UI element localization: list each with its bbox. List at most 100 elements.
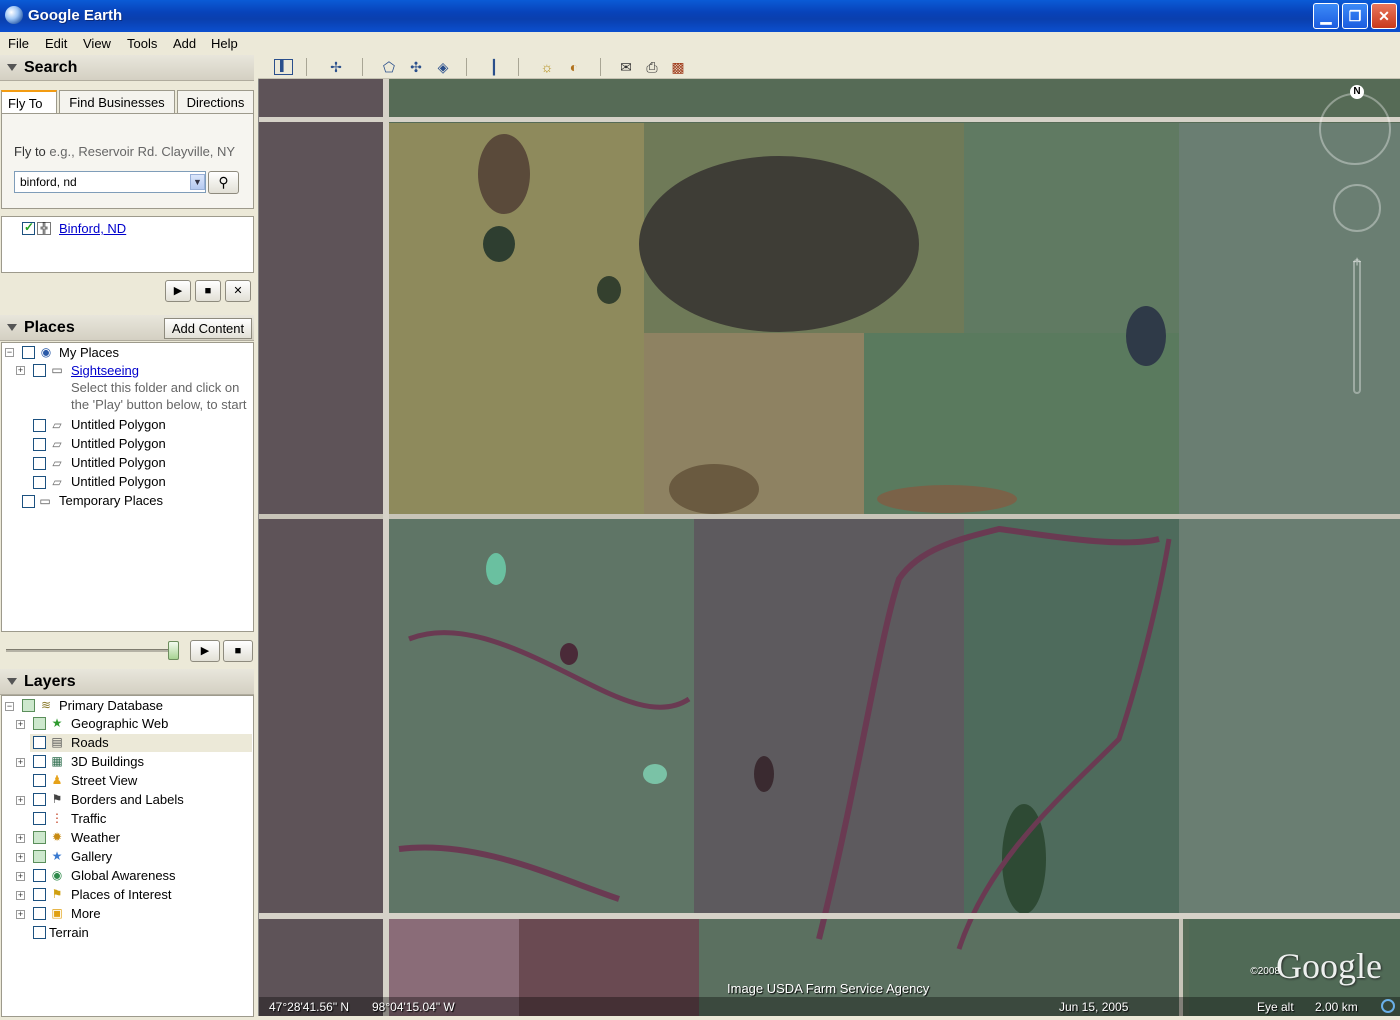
collapse-expander[interactable]: −: [5, 702, 14, 711]
path-add-icon[interactable]: ✣: [406, 58, 426, 76]
temporary-places-checkbox[interactable]: [22, 495, 35, 508]
more-checkbox[interactable]: [33, 907, 46, 920]
menu-add[interactable]: Add: [173, 36, 196, 51]
tour-play-button[interactable]: ▶: [190, 640, 220, 662]
roads-checkbox[interactable]: [33, 736, 46, 749]
3d-buildings-label[interactable]: 3D Buildings: [71, 754, 144, 769]
google-maps-icon[interactable]: ▩: [668, 58, 688, 76]
polygon-label[interactable]: Untitled Polygon: [71, 436, 166, 451]
my-places-checkbox[interactable]: [22, 346, 35, 359]
search-panel-header[interactable]: Search: [0, 55, 254, 81]
tour-slider-track[interactable]: [6, 649, 178, 652]
stop-button[interactable]: ■: [195, 280, 221, 302]
places-of-interest-label[interactable]: Places of Interest: [71, 887, 171, 902]
expand-expander[interactable]: +: [16, 366, 25, 375]
expand-expander[interactable]: +: [16, 758, 25, 767]
expand-expander[interactable]: +: [16, 720, 25, 729]
street-view-checkbox[interactable]: [33, 774, 46, 787]
expand-expander[interactable]: +: [16, 853, 25, 862]
image-overlay-icon[interactable]: ◈: [433, 58, 453, 76]
weather-checkbox[interactable]: [33, 831, 46, 844]
temporary-places-label[interactable]: Temporary Places: [59, 493, 163, 508]
toolbar-separator: [518, 58, 519, 76]
collapse-triangle-icon[interactable]: [7, 64, 17, 71]
expand-expander[interactable]: +: [16, 891, 25, 900]
collapse-expander[interactable]: −: [5, 348, 14, 357]
polygon-label[interactable]: Untitled Polygon: [71, 474, 166, 489]
menu-view[interactable]: View: [83, 36, 111, 51]
tab-fly-to[interactable]: Fly To: [1, 90, 57, 115]
tour-slider-thumb[interactable]: [167, 641, 179, 660]
play-button[interactable]: ▶: [165, 280, 191, 302]
polygon-checkbox[interactable]: [33, 457, 46, 470]
maximize-button[interactable]: ❐: [1342, 3, 1368, 29]
polygon-checkbox[interactable]: [33, 419, 46, 432]
clear-button[interactable]: ✕: [225, 280, 251, 302]
expand-expander[interactable]: +: [16, 796, 25, 805]
polygon-label[interactable]: Untitled Polygon: [71, 455, 166, 470]
expand-expander[interactable]: +: [16, 872, 25, 881]
geographic-web-label[interactable]: Geographic Web: [71, 716, 168, 731]
search-button[interactable]: ⚲: [208, 171, 239, 194]
sightseeing-link[interactable]: Sightseeing: [71, 363, 139, 378]
print-icon[interactable]: ⎙: [642, 58, 662, 76]
close-button[interactable]: ✕: [1371, 3, 1397, 29]
poi-checkbox[interactable]: [33, 888, 46, 901]
traffic-checkbox[interactable]: [33, 812, 46, 825]
my-places-label[interactable]: My Places: [59, 345, 119, 360]
tour-stop-button[interactable]: ■: [223, 640, 253, 662]
move-joystick[interactable]: [1333, 184, 1381, 232]
planet-icon[interactable]: ◐: [564, 58, 584, 76]
gallery-label[interactable]: Gallery: [71, 849, 112, 864]
terrain-label[interactable]: Terrain: [49, 925, 89, 940]
buildings-checkbox[interactable]: [33, 755, 46, 768]
tab-find-businesses[interactable]: Find Businesses: [59, 90, 175, 114]
weather-label[interactable]: Weather: [71, 830, 120, 845]
look-joystick[interactable]: [1319, 93, 1391, 165]
map-view[interactable]: N + ©2008 Google Image USDA Farm Service…: [258, 79, 1400, 1016]
menu-tools[interactable]: Tools: [127, 36, 157, 51]
traffic-label[interactable]: Traffic: [71, 811, 106, 826]
primary-database-label[interactable]: Primary Database: [59, 698, 163, 713]
borders-labels-label[interactable]: Borders and Labels: [71, 792, 184, 807]
collapse-triangle-icon[interactable]: [7, 678, 17, 685]
add-content-button[interactable]: Add Content: [164, 318, 252, 339]
zoom-slider[interactable]: [1353, 259, 1361, 394]
menu-help[interactable]: Help: [211, 36, 238, 51]
global-awareness-label[interactable]: Global Awareness: [71, 868, 176, 883]
compass-north-icon[interactable]: N: [1350, 85, 1364, 99]
ruler-icon[interactable]: ┃: [484, 58, 504, 76]
placemark-add-icon[interactable]: ✢: [326, 58, 346, 76]
collapse-triangle-icon[interactable]: [7, 324, 17, 331]
menu-file[interactable]: File: [8, 36, 29, 51]
folder-icon: ▭: [51, 363, 63, 377]
gallery-checkbox[interactable]: [33, 850, 46, 863]
more-label[interactable]: More: [71, 906, 101, 921]
primary-db-checkbox[interactable]: [22, 699, 35, 712]
geoweb-checkbox[interactable]: [33, 717, 46, 730]
polygon-add-icon[interactable]: ⬠: [379, 58, 399, 76]
street-view-label[interactable]: Street View: [71, 773, 137, 788]
minimize-button[interactable]: ▁: [1313, 3, 1339, 29]
polygon-checkbox[interactable]: [33, 438, 46, 451]
places-panel-header[interactable]: Places Add Content: [0, 315, 254, 341]
expand-expander[interactable]: +: [16, 834, 25, 843]
global-awareness-checkbox[interactable]: [33, 869, 46, 882]
email-icon[interactable]: ✉: [616, 58, 636, 76]
expand-expander[interactable]: +: [16, 910, 25, 919]
tab-directions[interactable]: Directions: [177, 90, 254, 114]
terrain-checkbox[interactable]: [33, 926, 46, 939]
sidebar-toggle-icon[interactable]: ▌: [274, 59, 293, 75]
menu-edit[interactable]: Edit: [45, 36, 67, 51]
chevron-down-icon[interactable]: ▼: [190, 174, 205, 190]
polygon-label[interactable]: Untitled Polygon: [71, 417, 166, 432]
borders-checkbox[interactable]: [33, 793, 46, 806]
roads-label[interactable]: Roads: [71, 735, 109, 750]
layers-panel-header[interactable]: Layers: [0, 669, 254, 695]
polygon-checkbox[interactable]: [33, 476, 46, 489]
fly-to-input[interactable]: binford, nd: [14, 171, 206, 193]
sunlight-icon[interactable]: ☼: [537, 58, 557, 76]
result-checkbox[interactable]: [22, 220, 35, 235]
sightseeing-checkbox[interactable]: [33, 364, 46, 377]
result-binford-link[interactable]: Binford, ND: [59, 221, 126, 236]
